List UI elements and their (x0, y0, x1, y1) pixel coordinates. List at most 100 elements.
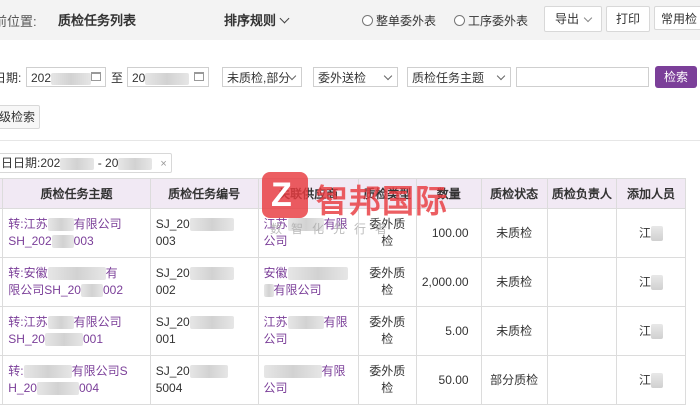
supplier-link[interactable]: 江苏 有限 公司 (257, 306, 359, 356)
theme-text: 转:江苏 (8, 217, 48, 231)
redacted-blur (189, 218, 234, 232)
table-row: 转:安徽 有限公司SH_20 002 SJ_20 002 安徽 有限公司 委外质检 2,… (0, 257, 686, 307)
page-title: 质检任务列表 (58, 13, 137, 28)
to-label: 至 (111, 71, 124, 85)
sort-rule-label: 排序规则 (224, 13, 277, 28)
theme-text: 004 (78, 381, 99, 395)
code-text: SJ_20 (155, 364, 190, 378)
col-header-type[interactable]: 质检类型 (357, 178, 417, 209)
redacted-blur (263, 284, 274, 298)
theme-text: H_20 (8, 381, 37, 395)
status-select[interactable]: 未质检,部分 (222, 67, 302, 87)
supplier-text: 有限 (323, 315, 348, 329)
code-text: SJ_20 (155, 266, 190, 280)
qc-type: 委外质检 (357, 306, 417, 356)
supplier-text: 有限 (321, 364, 346, 378)
redacted-blur (651, 372, 664, 388)
export-button[interactable]: 导出 (544, 6, 602, 32)
col-header-adder[interactable]: 添加人员 (616, 178, 686, 209)
qc-status: 未质检 (480, 208, 548, 258)
radio-outsource[interactable]: 整单委外表 (362, 12, 436, 29)
redacted-blur (51, 72, 92, 85)
adder-cell: 江 (616, 257, 686, 307)
col-header-qty[interactable]: 数量 (415, 178, 482, 209)
date-to-input[interactable]: 20 (127, 67, 209, 87)
qc-type: 委外质检 (357, 355, 417, 405)
redacted-blur (23, 365, 72, 379)
supplier-text: 江苏 (263, 217, 288, 231)
redacted-blur (145, 72, 190, 85)
theme-text: 转: (8, 364, 24, 378)
redacted-blur (263, 365, 322, 379)
task-table: 质检任务主题 质检任务编号 关联供应商 质检类型 数量 质检状态 质检负责人 添… (0, 178, 686, 405)
col-header-theme[interactable]: 质检任务主题 (2, 178, 151, 209)
qc-status: 部分质检 (480, 355, 548, 405)
code-text: SJ_20 (155, 217, 190, 231)
common-search-button[interactable]: 常用检 (654, 6, 700, 30)
qc-type: 委外质检 (357, 208, 417, 258)
active-filter-tag: 日日期:202 - 20 × (0, 153, 172, 173)
task-theme-link[interactable]: 转:江苏 有限公司 SH_20 001 (2, 306, 151, 356)
sort-rule-dropdown[interactable]: 排序规则 (224, 10, 290, 29)
theme-text: 转:安徽 (8, 266, 48, 280)
quantity: 2,000.00 (415, 257, 482, 307)
quantity: 100.00 (415, 208, 482, 258)
theme-text: SH_20 (8, 332, 45, 346)
redacted-blur (60, 157, 95, 170)
divider (0, 140, 700, 141)
theme-text: 转:江苏 (8, 315, 48, 329)
col-header-owner[interactable]: 质检负责人 (546, 178, 618, 209)
redacted-blur (189, 267, 234, 281)
advanced-search-button[interactable]: 级检索 (0, 105, 40, 129)
chevron-down-icon (383, 71, 393, 81)
field-select-value: 质检任务主题 (412, 71, 485, 85)
date-from-input[interactable]: 202 (26, 67, 106, 87)
radio-process-label: 工序委外表 (468, 14, 529, 28)
qc-owner (546, 257, 618, 307)
code-text: SJ_20 (155, 315, 190, 329)
adder-cell: 江 (616, 306, 686, 356)
theme-text: 有限公司 (73, 315, 122, 329)
table-row: 转:江苏 有限公司 SH_202 003 SJ_20 003 江苏 有限 公司 委外质检 1… (0, 208, 686, 258)
supplier-link[interactable]: 江苏 有限 公司 (257, 208, 359, 258)
task-code: SJ_20 003 (149, 208, 259, 258)
redacted-blur (189, 365, 228, 379)
search-button[interactable]: 检索 (655, 66, 697, 88)
date-from-value: 202 (31, 71, 52, 85)
adder-cell: 江 (616, 355, 686, 405)
redacted-blur (651, 323, 664, 339)
supplier-text: 江苏 (263, 315, 288, 329)
keyword-input[interactable] (516, 67, 649, 87)
col-header-status[interactable]: 质检状态 (480, 178, 548, 209)
chevron-down-icon (496, 71, 506, 81)
radio-process[interactable]: 工序委外表 (454, 12, 528, 29)
table-row: 转:江苏 有限公司 SH_20 001 SJ_20 001 江苏 有限 公司 委外质检 5.… (0, 306, 686, 356)
calendar-icon (91, 72, 101, 81)
qc-owner (546, 208, 618, 258)
task-theme-link[interactable]: 转:安徽 有限公司SH_20 002 (2, 257, 151, 307)
field-select[interactable]: 质检任务主题 (407, 67, 511, 87)
col-header-code[interactable]: 质检任务编号 (149, 178, 259, 209)
supplier-link[interactable]: 有限 公司 (257, 355, 359, 405)
col-header-supplier[interactable]: 关联供应商 (257, 178, 359, 209)
adder-name: 江 (639, 225, 652, 240)
status-select-value: 未质检,部分 (227, 71, 291, 85)
qc-owner (546, 355, 618, 405)
close-icon[interactable]: × (160, 158, 166, 170)
quantity: 50.00 (415, 355, 482, 405)
task-theme-link[interactable]: 转:江苏 有限公司 SH_202 003 (2, 208, 151, 258)
redacted-blur (189, 316, 234, 330)
type-select[interactable]: 委外送检 (313, 67, 398, 87)
quantity: 5.00 (415, 306, 482, 356)
task-theme-link[interactable]: 转: 有限公司S H_20 004 (2, 355, 151, 405)
tag-separator: - 20 (94, 156, 119, 170)
supplier-link[interactable]: 安徽 有限公司 (257, 257, 359, 307)
theme-text: 限公司SH_20 (8, 283, 81, 297)
radio-icon (362, 15, 373, 26)
redacted-blur (651, 274, 664, 290)
print-button[interactable]: 打印 (606, 6, 650, 32)
theme-text: 有 (105, 266, 118, 280)
redacted-blur (44, 333, 83, 347)
adder-name: 江 (639, 372, 652, 387)
redacted-blur (118, 157, 153, 170)
